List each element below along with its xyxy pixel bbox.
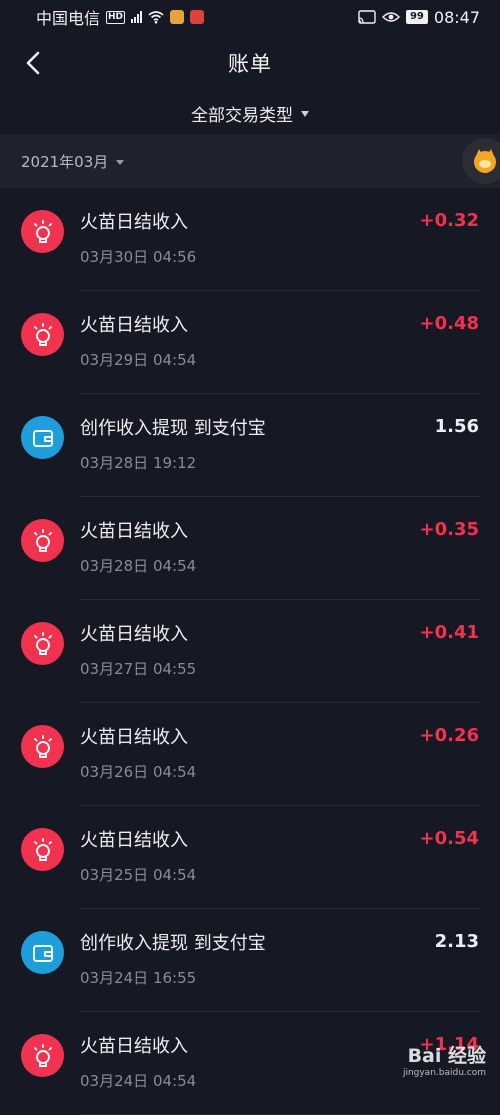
lightbulb-icon (21, 828, 64, 871)
wallet-icon (21, 931, 64, 974)
transaction-name: 火苗日结收入 (80, 727, 188, 748)
transaction-time: 03月24日 04:54 (80, 1072, 197, 1090)
transaction-amount: +0.41 (419, 622, 480, 643)
transaction-row[interactable]: 创作收入提现 到支付宝 03月24日 16:55 2.13 (0, 909, 500, 1012)
transaction-amount: +0.26 (419, 725, 480, 746)
clock: 08:47 (433, 7, 480, 27)
eye-icon (381, 12, 400, 22)
transaction-name: 火苗日结收入 (80, 1036, 188, 1057)
transaction-name: 火苗日结收入 (80, 624, 188, 645)
back-arrow-icon[interactable] (20, 49, 48, 77)
app-header: 账单 (0, 34, 500, 92)
app-notification-icon (170, 10, 185, 24)
transaction-time: 03月27日 04:55 (80, 660, 197, 678)
month-selector[interactable]: 2021年03月 (0, 134, 500, 188)
hd-badge: HD (106, 10, 126, 24)
mascot-icon (474, 149, 496, 173)
watermark-main: Bai 经验 (407, 1045, 486, 1067)
transaction-amount: +0.48 (419, 313, 480, 334)
lightbulb-icon (21, 622, 64, 665)
mic-notification-icon (190, 10, 205, 24)
filter-label: 全部交易类型 (191, 105, 293, 126)
transaction-amount: 2.13 (434, 931, 479, 952)
transaction-name: 火苗日结收入 (80, 212, 188, 233)
cellular-signal-icon (131, 11, 143, 23)
transaction-time: 03月28日 19:12 (80, 454, 197, 472)
transaction-amount: 1.56 (434, 416, 479, 437)
transaction-row[interactable]: 火苗日结收入 03月26日 04:54 +0.26 (0, 703, 500, 806)
transaction-row[interactable]: 火苗日结收入 03月27日 04:55 +0.41 (0, 600, 500, 703)
transaction-row[interactable]: 创作收入提现 到支付宝 03月28日 19:12 1.56 (0, 394, 500, 497)
chevron-down-icon (116, 159, 125, 165)
transaction-time: 03月29日 04:54 (80, 351, 197, 369)
wifi-icon (148, 11, 164, 24)
transaction-name: 创作收入提现 到支付宝 (80, 418, 266, 439)
transaction-amount: +0.54 (419, 828, 480, 849)
watermark-sub: jingyan.baidu.com (402, 1068, 486, 1078)
transaction-name: 创作收入提现 到支付宝 (80, 933, 266, 954)
lightbulb-icon (21, 519, 64, 562)
transaction-time: 03月24日 16:55 (80, 969, 197, 987)
transaction-row[interactable]: 火苗日结收入 03月30日 04:56 +0.32 (0, 188, 500, 291)
transaction-list: 火苗日结收入 03月30日 04:56 +0.32 火苗日结收入 03月29日 04:5… (0, 188, 500, 1115)
transaction-row[interactable]: 火苗日结收入 03月25日 04:54 +0.54 (0, 806, 500, 909)
transaction-time: 03月28日 04:54 (80, 557, 197, 575)
transaction-time: 03月26日 04:54 (80, 763, 197, 781)
lightbulb-icon (21, 725, 64, 768)
transaction-amount: +0.32 (419, 210, 480, 231)
month-label: 2021年03月 (21, 152, 109, 171)
transaction-name: 火苗日结收入 (80, 315, 188, 336)
transaction-name: 火苗日结收入 (80, 830, 188, 851)
watermark: Bai 经验 jingyan.baidu.com (403, 1041, 486, 1078)
transaction-time: 03月30日 04:56 (80, 248, 197, 266)
wallet-icon (21, 416, 64, 459)
transaction-row[interactable]: 火苗日结收入 03月28日 04:54 +0.35 (0, 497, 500, 600)
transaction-type-filter[interactable]: 全部交易类型 (0, 92, 500, 134)
chevron-down-icon (301, 111, 309, 117)
floating-assistant-button[interactable] (462, 138, 500, 184)
lightbulb-icon (21, 313, 64, 356)
transaction-amount: +0.35 (419, 519, 480, 540)
transaction-time: 03月25日 04:54 (80, 866, 197, 884)
lightbulb-icon (21, 210, 64, 253)
page-title: 账单 (228, 52, 272, 76)
lightbulb-icon (21, 1034, 64, 1077)
carrier-label: 中国电信 (36, 9, 101, 28)
transaction-row[interactable]: 火苗日结收入 03月29日 04:54 +0.48 (0, 291, 500, 394)
cast-icon (358, 10, 376, 24)
transaction-name: 火苗日结收入 (80, 521, 188, 542)
battery-indicator: 99 (405, 10, 428, 24)
status-bar: 中国电信 HD 99 08:47 (0, 0, 500, 34)
